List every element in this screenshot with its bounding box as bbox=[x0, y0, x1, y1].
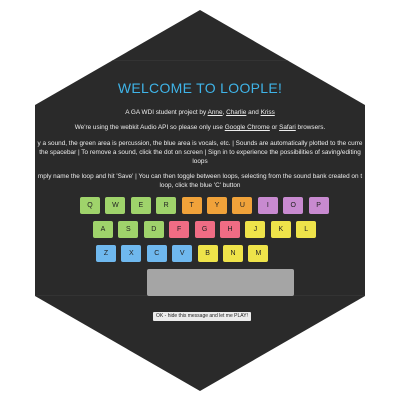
instructions-line: mply name the loop and hit 'Save' | You … bbox=[37, 173, 363, 180]
loople-hexagon-screen: WELCOME TO LOOPLE! A GA WDI student proj… bbox=[35, 10, 365, 391]
key-b[interactable]: B bbox=[197, 245, 218, 262]
key-g[interactable]: G bbox=[194, 221, 215, 238]
key-n[interactable]: N bbox=[223, 245, 243, 262]
ok-hide-message-button[interactable]: OK - hide this message and let me PLAY! bbox=[153, 312, 251, 321]
key-w[interactable]: W bbox=[105, 197, 126, 214]
key-z[interactable]: Z bbox=[96, 245, 116, 262]
instructions-line: loop, click the blue 'C' button bbox=[159, 182, 241, 189]
instructions-line: the spacebar | To remove a sound, click … bbox=[39, 149, 361, 156]
key-h[interactable]: H bbox=[220, 221, 240, 238]
safari-link[interactable]: Safari bbox=[279, 124, 296, 131]
spacebar-key[interactable] bbox=[147, 269, 294, 296]
key-d[interactable]: D bbox=[143, 221, 164, 238]
page-title: WELCOME TO LOOPLE! bbox=[117, 80, 283, 96]
key-x[interactable]: X bbox=[121, 245, 142, 262]
key-t[interactable]: T bbox=[181, 197, 202, 214]
key-q[interactable]: Q bbox=[80, 197, 100, 214]
key-v[interactable]: V bbox=[172, 245, 193, 262]
intro-text: A GA WDI student project by Anne, Charli… bbox=[125, 109, 275, 116]
author-link-anne[interactable]: Anne bbox=[208, 109, 223, 116]
chrome-link[interactable]: Google Chrome bbox=[225, 124, 270, 131]
key-j[interactable]: J bbox=[245, 221, 266, 238]
key-c[interactable]: C bbox=[146, 245, 167, 262]
key-f[interactable]: F bbox=[169, 221, 190, 238]
key-r[interactable]: R bbox=[156, 197, 177, 214]
author-link-kriss[interactable]: Kriss bbox=[261, 109, 275, 116]
key-s[interactable]: S bbox=[118, 221, 139, 238]
key-y[interactable]: Y bbox=[207, 197, 227, 214]
author-link-charlie[interactable]: Charlie bbox=[226, 109, 246, 116]
key-e[interactable]: E bbox=[130, 197, 151, 214]
key-m[interactable]: M bbox=[248, 245, 269, 262]
key-o[interactable]: O bbox=[283, 197, 304, 214]
key-a[interactable]: A bbox=[93, 221, 113, 238]
key-l[interactable]: L bbox=[296, 221, 317, 238]
key-k[interactable]: K bbox=[270, 221, 291, 238]
key-u[interactable]: U bbox=[232, 197, 253, 214]
browser-note: We're using the webkit Audio API so plea… bbox=[74, 124, 326, 131]
key-i[interactable]: I bbox=[257, 197, 278, 214]
instructions-line: y a sound, the green area is percussion,… bbox=[37, 140, 363, 147]
welcome-overlay: WELCOME TO LOOPLE! A GA WDI student proj… bbox=[35, 10, 365, 391]
instructions-line: loops bbox=[192, 158, 208, 165]
key-p[interactable]: P bbox=[308, 197, 329, 214]
